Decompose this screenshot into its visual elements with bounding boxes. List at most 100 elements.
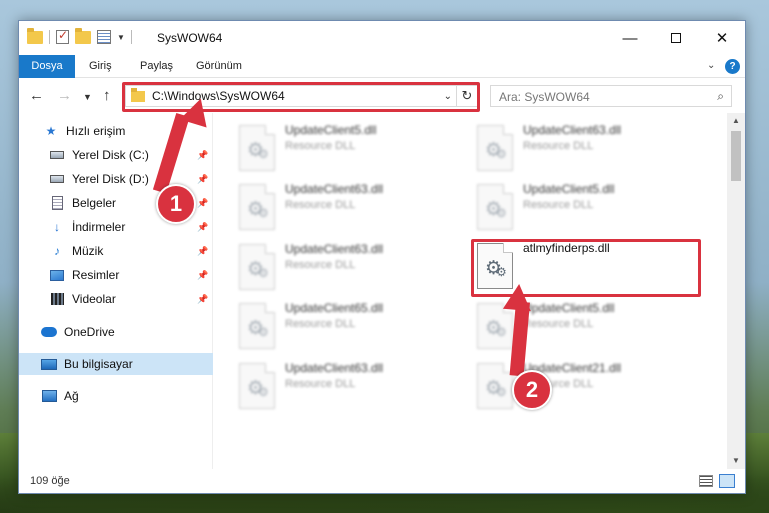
file-type: Resource DLL bbox=[285, 318, 356, 330]
file-item[interactable]: ⚙ ⚙ UpdateClient5.dll Resource DLL bbox=[477, 182, 705, 240]
nav-item-label: OneDrive bbox=[64, 325, 115, 339]
back-button[interactable]: ← bbox=[29, 87, 44, 104]
up-button[interactable]: ↑ bbox=[103, 87, 111, 104]
tab-home[interactable]: Giriş bbox=[77, 55, 124, 78]
title-bar: ▼ SysWOW64 — ✕ bbox=[19, 21, 745, 55]
file-type: Resource DLL bbox=[285, 140, 356, 152]
file-name: UpdateClient63.dll bbox=[285, 242, 384, 256]
search-icon[interactable]: ⌕ bbox=[717, 89, 724, 104]
file-type: Resource DLL bbox=[285, 199, 356, 211]
downloads-icon: ↓ bbox=[54, 220, 60, 234]
customize-toolbar-chevron-icon[interactable]: ▼ bbox=[117, 33, 125, 42]
disk-icon bbox=[49, 172, 65, 186]
nav-item-label: Yerel Disk (C:) bbox=[72, 148, 149, 162]
status-bar: 109 öğe bbox=[19, 469, 745, 493]
nav-item-label: Müzik bbox=[72, 244, 104, 258]
nav-item-music[interactable]: ♪ Müzik 📌 bbox=[19, 240, 213, 262]
properties-check-icon[interactable] bbox=[56, 28, 69, 44]
pin-icon[interactable]: 📌 bbox=[197, 270, 208, 281]
dll-file-icon: ⚙ ⚙ bbox=[239, 244, 275, 290]
search-input[interactable]: Ara: SysWOW64 ⌕ bbox=[490, 85, 732, 107]
dll-file-icon: ⚙ ⚙ bbox=[239, 184, 275, 230]
maximize-button[interactable] bbox=[653, 21, 699, 55]
file-type: Resource DLL bbox=[285, 378, 356, 390]
toolbar-divider bbox=[49, 30, 50, 44]
dll-file-icon: ⚙ ⚙ bbox=[239, 303, 275, 349]
music-icon: ♪ bbox=[54, 244, 60, 258]
expand-ribbon-chevron-icon[interactable]: ⌄ bbox=[707, 60, 715, 71]
nav-item-label: Hızlı erişim bbox=[66, 124, 126, 138]
scroll-down-icon[interactable]: ▼ bbox=[727, 453, 745, 469]
dll-file-icon: ⚙ ⚙ bbox=[477, 303, 513, 349]
file-item[interactable]: ⚙ ⚙ UpdateClient63.dll Resource DLL bbox=[239, 242, 467, 300]
file-explorer-window: ▼ SysWOW64 — ✕ Dosya Giriş Paylaş Görünü… bbox=[18, 20, 746, 494]
nav-item-this-pc[interactable]: Bu bilgisayar bbox=[19, 353, 213, 375]
disk-icon bbox=[49, 148, 65, 162]
pin-icon[interactable]: 📌 bbox=[197, 246, 208, 257]
window-title: SysWOW64 bbox=[157, 31, 223, 45]
file-type: Resource DLL bbox=[523, 199, 594, 211]
callout-badge-2: 2 bbox=[512, 370, 552, 410]
pin-icon[interactable]: 📌 bbox=[197, 174, 208, 185]
file-type: Resource DLL bbox=[285, 259, 356, 271]
vertical-scrollbar[interactable]: ▲ ▼ bbox=[727, 113, 745, 469]
minimize-button[interactable]: — bbox=[607, 21, 653, 55]
pictures-icon bbox=[49, 268, 65, 282]
large-icons-view-icon[interactable] bbox=[719, 474, 735, 488]
properties-icon[interactable] bbox=[97, 30, 111, 44]
search-placeholder: Ara: SysWOW64 bbox=[499, 90, 590, 104]
scroll-up-icon[interactable]: ▲ bbox=[727, 113, 745, 129]
help-icon[interactable]: ? bbox=[725, 59, 740, 74]
network-icon bbox=[41, 389, 57, 403]
cloud-icon bbox=[41, 325, 57, 339]
file-item[interactable]: ⚙ ⚙ UpdateClient65.dll Resource DLL bbox=[239, 301, 467, 359]
tab-view[interactable]: Görünüm bbox=[184, 55, 254, 78]
dll-file-icon: ⚙ ⚙ bbox=[477, 184, 513, 230]
pin-icon[interactable]: 📌 bbox=[197, 294, 208, 305]
callout-badge-1: 1 bbox=[156, 184, 196, 224]
nav-item-onedrive[interactable]: OneDrive bbox=[19, 321, 213, 343]
nav-item-label: Resimler bbox=[72, 268, 120, 282]
toolbar-divider bbox=[130, 30, 132, 44]
file-item[interactable]: ⚙ ⚙ UpdateClient63.dll Resource DLL bbox=[239, 361, 467, 419]
dll-file-icon: ⚙ ⚙ bbox=[239, 363, 275, 409]
new-folder-icon[interactable] bbox=[75, 27, 91, 44]
navigation-pane: ★ Hızlı erişim Yerel Disk (C:) 📌 Yerel D… bbox=[19, 113, 213, 469]
videos-icon bbox=[49, 292, 65, 306]
star-icon: ★ bbox=[45, 124, 57, 138]
nav-item-label: Belgeler bbox=[72, 196, 117, 210]
tab-file[interactable]: Dosya bbox=[19, 55, 75, 78]
file-name: UpdateClient5.dll bbox=[523, 182, 615, 196]
nav-item-label: Ağ bbox=[64, 389, 79, 403]
recent-locations-chevron-icon[interactable]: ▼ bbox=[83, 92, 92, 102]
pin-icon[interactable]: 📌 bbox=[197, 150, 208, 161]
file-item[interactable]: ⚙ ⚙ UpdateClient63.dll Resource DLL bbox=[239, 182, 467, 240]
close-button[interactable]: ✕ bbox=[699, 21, 745, 55]
pin-icon[interactable]: 📌 bbox=[197, 222, 208, 233]
nav-item-network[interactable]: Ağ bbox=[19, 385, 213, 407]
scroll-thumb[interactable] bbox=[731, 131, 741, 181]
callout-arrowhead-2 bbox=[502, 282, 534, 312]
nav-item-videos[interactable]: Videolar 📌 bbox=[19, 288, 213, 310]
file-item[interactable]: ⚙ ⚙ UpdateClient63.dll Resource DLL bbox=[477, 123, 705, 181]
nav-item-label: Yerel Disk (D:) bbox=[72, 172, 149, 186]
forward-button[interactable]: → bbox=[57, 87, 72, 104]
pin-icon[interactable]: 📌 bbox=[197, 198, 208, 209]
file-name: UpdateClient63.dll bbox=[523, 123, 622, 137]
details-view-icon[interactable] bbox=[699, 475, 713, 487]
ribbon-tabs: Dosya Giriş Paylaş Görünüm ⌄ ? bbox=[19, 55, 745, 78]
file-type: Resource DLL bbox=[523, 140, 594, 152]
nav-item-label: Videolar bbox=[72, 292, 116, 306]
documents-icon bbox=[49, 196, 65, 210]
file-name: UpdateClient63.dll bbox=[285, 361, 384, 375]
tab-share[interactable]: Paylaş bbox=[128, 55, 185, 78]
nav-item-label: İndirmeler bbox=[72, 220, 126, 234]
item-count: 109 öğe bbox=[30, 475, 70, 487]
file-item[interactable]: ⚙ ⚙ UpdateClient5.dll Resource DLL bbox=[239, 123, 467, 181]
dll-file-icon: ⚙ ⚙ bbox=[477, 363, 513, 409]
nav-item-pictures[interactable]: Resimler 📌 bbox=[19, 264, 213, 286]
nav-item-local-disk-c[interactable]: Yerel Disk (C:) 📌 bbox=[19, 144, 213, 166]
dll-file-icon: ⚙ ⚙ bbox=[477, 125, 513, 171]
folder-icon bbox=[27, 27, 43, 44]
address-bar-highlight bbox=[122, 82, 480, 112]
